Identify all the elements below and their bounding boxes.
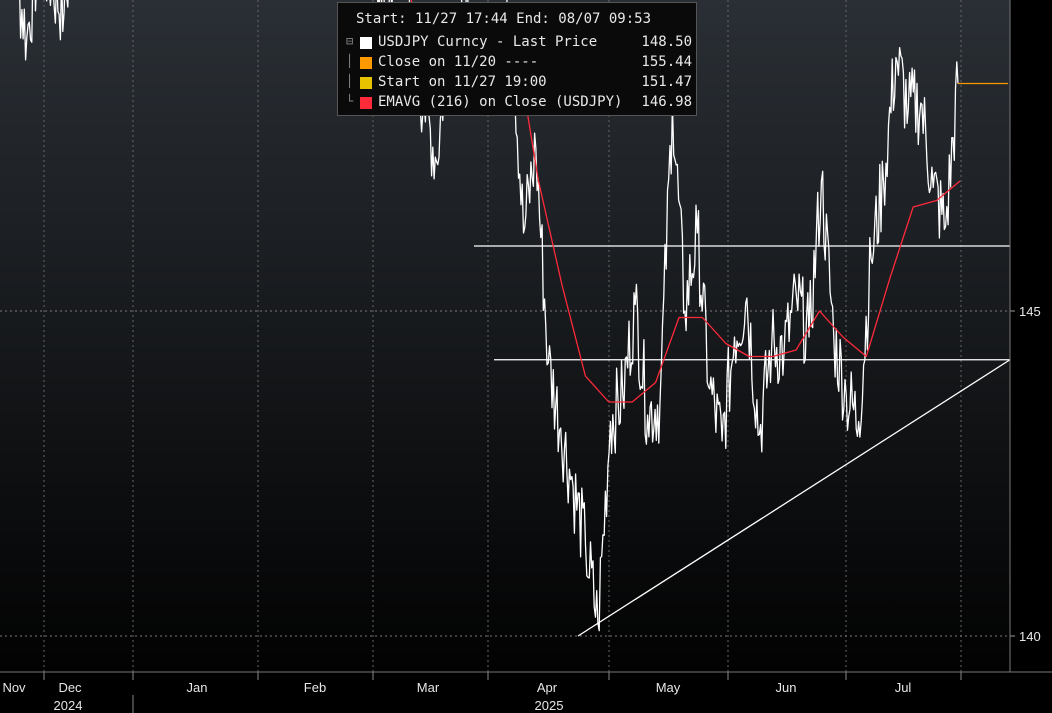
legend-value: 155.44 — [641, 54, 692, 70]
legend-label: Start on 11/27 19:00 — [378, 74, 547, 90]
x-month-label: Dec — [58, 680, 82, 695]
x-month-label: Apr — [537, 680, 558, 695]
legend-label: EMAVG (216) on Close (USDJPY) — [378, 94, 623, 110]
x-year-label: 2024 — [54, 698, 83, 713]
x-year-label: 2025 — [535, 698, 564, 713]
legend-swatch — [360, 77, 372, 89]
x-month-label: May — [656, 680, 681, 695]
legend-tree-icon: │ — [346, 54, 354, 68]
x-month-label: Feb — [304, 680, 326, 695]
legend-swatch — [360, 97, 372, 109]
x-month-label: Mar — [417, 680, 440, 695]
legend-tree-icon: └ — [346, 94, 354, 108]
legend-value: 146.98 — [641, 94, 692, 110]
legend-tree-icon: │ — [346, 74, 354, 88]
x-month-label: Nov — [2, 680, 26, 695]
legend-item-start: │ Start on 11/27 19:00 151.47 — [346, 73, 692, 93]
legend-item-last-price: ⊟ USDJPY Curncy - Last Price 148.50 — [346, 33, 692, 53]
legend-header: Start: 11/27 17:44 End: 08/07 09:53 — [356, 11, 652, 27]
legend-value: 151.47 — [641, 74, 692, 90]
y-tick-label: 145 — [1019, 304, 1041, 319]
legend-item-emavg: └ EMAVG (216) on Close (USDJPY) 146.98 — [346, 93, 692, 113]
right-axis-background — [1010, 0, 1052, 713]
legend-tree-icon: ⊟ — [346, 34, 354, 48]
legend-label: USDJPY Curncy - Last Price — [378, 34, 598, 50]
legend-label: Close on 11/20 ---- — [378, 54, 539, 70]
legend-value: 148.50 — [641, 34, 692, 50]
x-month-label: Jan — [187, 680, 208, 695]
legend-swatch — [360, 57, 372, 69]
x-month-label: Jul — [895, 680, 912, 695]
chart-legend: Start: 11/27 17:44 End: 08/07 09:53 ⊟ US… — [337, 2, 697, 116]
x-month-label: Jun — [776, 680, 797, 695]
legend-swatch — [360, 37, 372, 49]
legend-item-close: │ Close on 11/20 ---- 155.44 — [346, 53, 692, 73]
y-tick-label: 140 — [1019, 629, 1041, 644]
